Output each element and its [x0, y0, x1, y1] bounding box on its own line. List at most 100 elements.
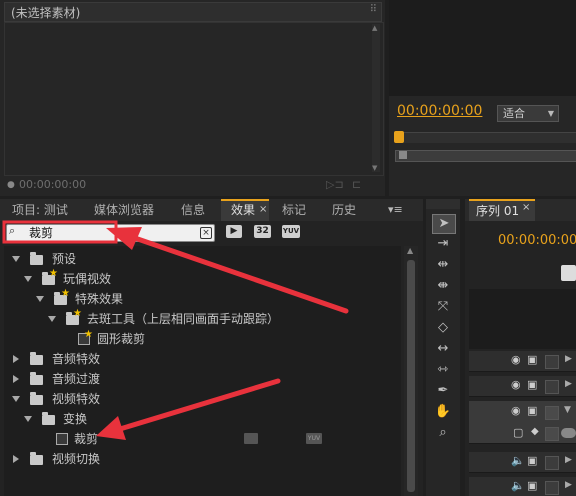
effects-tree: 预设 ★ 玩偶视效 ★ 特殊效果 ★ 去斑工具（上层相同画面手动跟踪） ★ 圆形… [4, 246, 401, 496]
film-icon[interactable]: ▣ [527, 404, 537, 417]
pen-icon[interactable]: ✒ [432, 382, 454, 400]
program-ruler[interactable] [395, 132, 576, 143]
panel-menu-icon[interactable]: ▾≡ [388, 199, 403, 221]
tree-label: 预设 [52, 252, 77, 266]
track-toggle-icon[interactable]: ▶ [565, 379, 572, 389]
track-toggle-icon[interactable]: ▶ [565, 455, 572, 465]
expand-icon[interactable] [13, 355, 19, 363]
expand-icon[interactable] [24, 416, 32, 422]
track-lock-box[interactable] [545, 380, 559, 394]
video-track-header[interactable]: ◉ ▣ ▶ [469, 376, 576, 397]
slip-icon[interactable]: ↔ [432, 340, 454, 358]
program-timecode[interactable]: 00:00:00:00 [397, 103, 482, 119]
folder-icon [42, 412, 55, 425]
program-viewer [389, 0, 576, 96]
track-lock-box[interactable] [545, 406, 559, 420]
program-scroll-thumb[interactable] [399, 151, 407, 159]
source-timecode[interactable]: 00:00:00:00 [19, 178, 86, 191]
expand-icon[interactable] [24, 276, 32, 282]
film-icon[interactable]: ▣ [527, 378, 537, 391]
search-field[interactable]: ⌕ 裁剪 × [6, 224, 215, 242]
export-frame-icon[interactable]: ▷⊐ [326, 178, 344, 191]
effects-tab-bar: 项目: 测试 媒体浏览器 信息 效果 × 标记 历史 ▾≡ [0, 199, 423, 221]
speaker-icon[interactable]: 🔈 [511, 479, 525, 492]
snap-icon[interactable] [561, 265, 576, 281]
ripple-edit-icon[interactable]: ⇹ [432, 256, 454, 274]
track-lock-box[interactable] [545, 481, 559, 495]
zoom-icon[interactable]: ⌕ [432, 424, 454, 442]
tree-label: 视频切换 [52, 452, 101, 466]
keyframe-nav-box[interactable] [545, 427, 559, 441]
track-toggle-icon[interactable]: ▶ [565, 354, 572, 364]
scroll-thumb[interactable] [407, 260, 415, 492]
tools-header [426, 199, 460, 209]
expand-icon[interactable] [12, 256, 20, 262]
effects-scrollbar[interactable]: ▲ [404, 246, 418, 496]
close-icon[interactable]: × [522, 202, 530, 213]
film-icon[interactable]: ▣ [527, 353, 537, 366]
eye-icon[interactable]: ◉ [511, 378, 521, 391]
keyframe-nav-oval[interactable] [561, 428, 576, 438]
tree-item-crop[interactable]: 裁剪 YUV [8, 429, 398, 449]
tree-label: 玩偶视效 [63, 272, 112, 286]
track-lock-box[interactable] [545, 355, 559, 369]
expand-icon[interactable] [48, 316, 56, 322]
expand-icon[interactable] [13, 455, 19, 463]
audio-track-header[interactable]: 🔈 ▣ ▶ [469, 477, 576, 496]
insert-icon[interactable]: ⊏ [352, 178, 361, 191]
clear-icon[interactable]: × [200, 227, 212, 239]
tab-sequence[interactable]: 序列 01 [476, 202, 519, 219]
track-toggle-icon[interactable]: ▼ [564, 405, 571, 415]
preset-folder-icon: ★ [66, 309, 82, 325]
speaker-icon[interactable]: 🔈 [511, 454, 525, 467]
eye-icon[interactable]: ◉ [511, 404, 521, 417]
expand-icon[interactable] [13, 375, 19, 383]
video-track-header[interactable]: ◉ ▣ ▶ [469, 351, 576, 372]
tab-markers[interactable]: 标记 [282, 199, 306, 221]
rate-stretch-icon[interactable]: ⤧ [432, 298, 454, 316]
search-input[interactable]: 裁剪 [29, 225, 53, 241]
display-style-icon[interactable]: ▢ [513, 426, 523, 439]
tree-label: 视频特效 [52, 392, 101, 406]
selection-tool-icon[interactable]: ➤ [432, 214, 456, 234]
film-icon[interactable]: ▣ [527, 479, 537, 492]
track-select-icon[interactable]: ⇥ [432, 235, 454, 253]
audio-track-header[interactable]: 🔈 ▣ ▶ [469, 452, 576, 473]
preset-folder-icon: ★ [42, 269, 58, 285]
source-scrollbar[interactable]: ▲ ▼ [372, 24, 380, 172]
track-lock-box[interactable] [545, 456, 559, 470]
program-scrollbar[interactable] [395, 150, 576, 162]
playhead-icon[interactable] [394, 131, 404, 143]
close-icon[interactable]: × [259, 199, 267, 221]
tab-project[interactable]: 项目: 测试 [12, 199, 68, 221]
search-icon: ⌕ [9, 224, 16, 237]
eye-icon[interactable]: ◉ [511, 353, 521, 366]
timeline-panel: 序列 01 × 00:00:00:00 ◉ ▣ ▶ ◉ ▣ ▶ ◉ ▣ ▼ ▢ … [465, 199, 576, 496]
expand-icon[interactable] [12, 396, 20, 402]
scroll-up-icon[interactable]: ▲ [372, 24, 377, 32]
tab-history[interactable]: 历史 [332, 199, 356, 221]
keyframe-icon[interactable]: ◆ [531, 426, 539, 437]
fit-dropdown[interactable]: 适合 ▼ [497, 105, 559, 122]
scroll-down-icon[interactable]: ▼ [372, 164, 377, 172]
rolling-edit-icon[interactable]: ⇼ [432, 277, 454, 295]
tab-effects[interactable]: 效果 [231, 199, 255, 221]
track-toggle-icon[interactable]: ▶ [565, 480, 572, 490]
expand-icon[interactable] [36, 296, 44, 302]
accelerated-badge-icon [244, 433, 258, 444]
scroll-up-icon[interactable]: ▲ [407, 246, 413, 255]
source-title: (未选择素材) [11, 6, 81, 20]
slide-icon[interactable]: ⇿ [432, 361, 454, 379]
hand-icon[interactable]: ✋ [432, 403, 454, 421]
accelerated-filter-icon[interactable]: ▶ [226, 225, 242, 238]
bit32-filter-icon[interactable]: 32 [254, 225, 271, 238]
chevron-down-icon: ▼ [547, 109, 554, 118]
razor-icon[interactable]: ◇ [432, 319, 454, 337]
yuv-filter-icon[interactable]: YUV [282, 225, 300, 238]
film-icon[interactable]: ▣ [527, 454, 537, 467]
tab-media-browser[interactable]: 媒体浏览器 [94, 199, 154, 221]
tab-info[interactable]: 信息 [181, 199, 205, 221]
yuv-badge-icon: YUV [306, 433, 322, 444]
video-track-header-expanded[interactable]: ◉ ▣ ▼ ▢ ◆ [469, 401, 576, 444]
sequence-timecode[interactable]: 00:00:00:00 [498, 233, 576, 248]
